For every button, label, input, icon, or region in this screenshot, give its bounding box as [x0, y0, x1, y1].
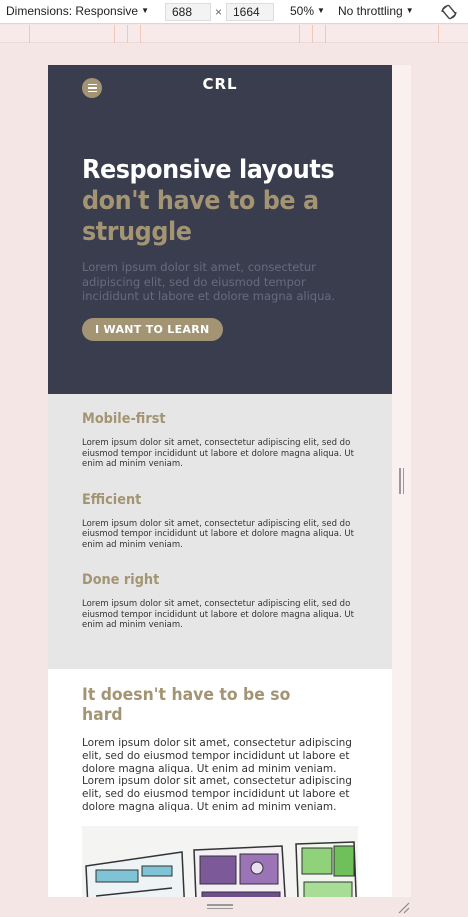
hero-title-line1: Responsive layouts — [82, 155, 335, 185]
hero-body: Lorem ipsum dolor sit amet, consectetur … — [82, 260, 336, 303]
features-section: Mobile-first Lorem ipsum dolor sit amet,… — [48, 394, 392, 669]
feature-body: Lorem ipsum dolor sit amet, consectetur … — [82, 518, 354, 550]
resize-handle-right[interactable] — [399, 468, 405, 494]
width-input[interactable]: 688 — [165, 3, 211, 21]
feature-title: Efficient — [82, 491, 142, 508]
dimensions-dropdown[interactable]: Dimensions: Responsive ▼ — [6, 4, 149, 18]
caret-down-icon: ▼ — [317, 6, 325, 15]
media-query-ruler[interactable] — [0, 25, 468, 43]
content-body: Lorem ipsum dolor sit amet, consectetur … — [82, 737, 352, 813]
rotate-icon[interactable] — [440, 3, 458, 21]
hero-section: Responsive layouts don't have to be a st… — [48, 106, 392, 394]
throttling-dropdown[interactable]: No throttling ▼ — [338, 4, 414, 18]
zoom-dropdown[interactable]: 50% ▼ — [290, 4, 325, 18]
times-separator: × — [215, 5, 223, 19]
caret-down-icon: ▼ — [141, 6, 149, 15]
feature-item: Done right Lorem ipsum dolor sit amet, c… — [82, 572, 358, 631]
content-section: It doesn't have to be so hard Lorem ipsu… — [48, 669, 392, 897]
feature-item: Mobile-first Lorem ipsum dolor sit amet,… — [82, 411, 358, 470]
resize-handle-bottom[interactable] — [207, 904, 233, 910]
zoom-label: 50% — [290, 4, 315, 18]
caret-down-icon: ▼ — [405, 6, 414, 15]
throttling-label: No throttling — [338, 4, 403, 18]
feature-body: Lorem ipsum dolor sit amet, consectetur … — [82, 438, 354, 469]
feature-title: Mobile-first — [82, 411, 166, 427]
feature-body: Lorem ipsum dolor sit amet, consectetur … — [82, 599, 354, 630]
dimensions-label: Dimensions: Responsive — [6, 4, 139, 18]
devtools-device-toolbar: Dimensions: Responsive ▼ 688 × 1664 50% … — [0, 0, 468, 24]
wireframe-sketch-image — [82, 825, 358, 897]
resize-corner-icon[interactable] — [396, 900, 410, 914]
site-navbar: CRL — [48, 65, 392, 106]
content-heading: It doesn't have to be so hard — [82, 685, 291, 725]
feature-item: Efficient Lorem ipsum dolor sit amet, co… — [82, 492, 358, 551]
learn-button[interactable]: I WANT TO LEARN — [82, 317, 223, 341]
hero-title-line2: don't have to be a — [82, 186, 319, 216]
site-logo[interactable]: CRL — [48, 75, 392, 93]
height-input[interactable]: 1664 — [226, 3, 274, 21]
hero-title-line3: struggle — [82, 217, 192, 247]
feature-title: Done right — [82, 572, 160, 588]
device-viewport: CRL Responsive layouts don't have to be … — [48, 65, 392, 897]
hero-title: Responsive layouts don't have to be a st… — [82, 155, 358, 248]
